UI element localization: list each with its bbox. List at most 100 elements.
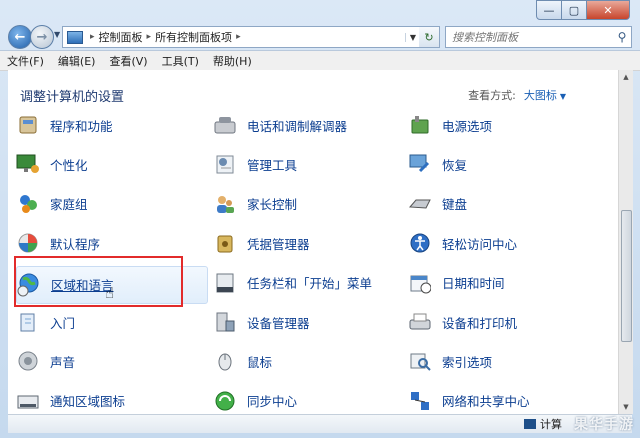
mouse-icon — [213, 349, 237, 373]
cp-item-power[interactable]: 电源选项 — [408, 108, 492, 142]
cp-item-homegroup[interactable]: 家庭组 — [16, 187, 88, 221]
default-programs-icon — [16, 231, 40, 255]
cp-item-getting-started[interactable]: 入门 — [16, 305, 75, 339]
devices-printers-icon — [408, 310, 432, 334]
personalization-icon — [16, 152, 40, 176]
chevron-down-icon[interactable]: ▼ — [560, 92, 566, 101]
menu-view[interactable]: 查看(V) — [102, 53, 154, 69]
menu-edit[interactable]: 编辑(E) — [51, 53, 103, 69]
breadcrumb-separator[interactable]: ▸ — [90, 32, 95, 42]
address-bar[interactable]: ▸ 控制面板 ▸ 所有控制面板项 ▸ ▼ — [62, 26, 421, 48]
cp-item-parental-controls[interactable]: 家长控制 — [213, 187, 297, 221]
refresh-button[interactable]: ↻ — [419, 26, 440, 48]
arrow-right-icon: → — [36, 29, 48, 45]
watermark: 果华手游 — [574, 417, 634, 433]
cp-item-label: 任务栏和「开始」菜单 — [247, 276, 373, 292]
cp-item-mouse[interactable]: 鼠标 — [213, 344, 272, 378]
scroll-down-button[interactable]: ▼ — [619, 400, 633, 414]
window-controls: — ▢ ✕ — [536, 0, 630, 20]
cp-item-label: 网络和共享中心 — [442, 394, 530, 410]
credential-manager-icon — [213, 231, 237, 255]
breadcrumb-separator[interactable]: ▸ — [147, 32, 152, 42]
phone-modem-icon — [213, 113, 237, 137]
cp-item-devices-printers[interactable]: 设备和打印机 — [408, 305, 517, 339]
menu-file[interactable]: 文件(F) — [0, 53, 51, 69]
cp-item-phone-modem[interactable]: 电话和调制解调器 — [213, 108, 347, 142]
cp-item-indexing[interactable]: 索引选项 — [408, 344, 492, 378]
view-by-label: 查看方式: — [468, 89, 516, 102]
cp-item-label: 电源选项 — [442, 118, 493, 134]
cp-item-admin-tools[interactable]: 管理工具 — [213, 147, 297, 181]
cp-item-label: 设备和打印机 — [442, 315, 518, 331]
breadcrumb-all-items[interactable]: 所有控制面板项 — [155, 29, 232, 45]
cp-item-label: 入门 — [50, 315, 76, 331]
menu-tools[interactable]: 工具(T) — [155, 53, 206, 69]
breadcrumb-control-panel[interactable]: 控制面板 — [99, 29, 143, 45]
search-input[interactable] — [446, 29, 613, 45]
highlight-box — [14, 256, 183, 307]
close-button[interactable]: ✕ — [587, 0, 630, 20]
content-pane: 调整计算机的设置 查看方式: 大图标 ▼ 程序和功能 电话和调制解调器 电源选项 个性化 管… — [8, 70, 618, 414]
network-sharing-icon — [408, 389, 432, 413]
cp-item-device-manager[interactable]: 设备管理器 — [213, 305, 310, 339]
recent-pages-dropdown[interactable]: ▼ — [54, 30, 60, 39]
cp-item-label: 凭据管理器 — [247, 236, 310, 252]
cp-item-recovery[interactable]: 恢复 — [408, 147, 467, 181]
cp-item-label: 恢复 — [442, 157, 468, 173]
scroll-thumb[interactable] — [621, 210, 632, 342]
cp-item-label: 日期和时间 — [442, 276, 505, 292]
breadcrumb-separator[interactable]: ▸ — [236, 32, 241, 42]
device-manager-icon — [213, 310, 237, 334]
cp-item-programs[interactable]: 程序和功能 — [16, 108, 113, 142]
cp-item-taskbar[interactable]: 任务栏和「开始」菜单 — [213, 266, 372, 300]
forward-button[interactable]: → — [30, 25, 54, 49]
view-by-dropdown[interactable]: 大图标 — [524, 89, 557, 102]
cp-item-date-time[interactable]: 日期和时间 — [408, 266, 505, 300]
cp-item-label: 电话和调制解调器 — [247, 118, 348, 134]
address-dropdown-icon[interactable]: ▼ — [405, 32, 420, 42]
cp-item-label: 通知区域图标 — [50, 394, 126, 410]
date-time-icon — [408, 271, 432, 295]
parental-controls-icon — [213, 192, 237, 216]
cp-item-personalization[interactable]: 个性化 — [16, 147, 88, 181]
cp-item-notification-area[interactable]: 通知区域图标 — [16, 384, 125, 414]
cp-item-keyboard[interactable]: 键盘 — [408, 187, 467, 221]
cp-item-label: 键盘 — [442, 197, 468, 213]
search-box[interactable]: ⚲ — [445, 26, 632, 48]
cp-item-network-sharing[interactable]: 网络和共享中心 — [408, 384, 530, 414]
indexing-icon — [408, 349, 432, 373]
cp-item-label: 鼠标 — [247, 354, 273, 370]
cp-item-ease-of-access[interactable]: 轻松访问中心 — [408, 226, 517, 260]
admin-tools-icon — [213, 152, 237, 176]
cp-item-label: 同步中心 — [247, 394, 298, 410]
cp-item-label: 默认程序 — [50, 236, 101, 252]
back-button[interactable]: ← — [8, 25, 32, 49]
maximize-button[interactable]: ▢ — [562, 0, 587, 20]
sound-icon — [16, 349, 40, 373]
cp-item-label: 声音 — [50, 354, 76, 370]
recovery-icon — [408, 152, 432, 176]
keyboard-icon — [408, 192, 432, 216]
cp-item-sound[interactable]: 声音 — [16, 344, 75, 378]
cp-item-credential-manager[interactable]: 凭据管理器 — [213, 226, 310, 260]
menu-bar: 文件(F) 编辑(E) 查看(V) 工具(T) 帮助(H) — [0, 50, 640, 71]
computer-icon — [524, 419, 536, 429]
view-by: 查看方式: 大图标 ▼ — [468, 87, 566, 103]
status-bar: 计算 — [8, 414, 632, 433]
cp-item-label: 索引选项 — [442, 354, 493, 370]
search-icon[interactable]: ⚲ — [613, 30, 631, 44]
cp-item-label: 家长控制 — [247, 197, 298, 213]
control-panel-icon — [67, 30, 83, 44]
notification-area-icon — [16, 389, 40, 413]
ease-of-access-icon — [408, 231, 432, 255]
homegroup-icon — [16, 192, 40, 216]
vertical-scrollbar[interactable]: ▲ ▼ — [618, 70, 633, 414]
cp-item-label: 家庭组 — [50, 197, 88, 213]
menu-help[interactable]: 帮助(H) — [206, 53, 259, 69]
minimize-button[interactable]: — — [536, 0, 562, 20]
getting-started-icon — [16, 310, 40, 334]
cp-item-label: 设备管理器 — [247, 315, 310, 331]
cp-item-sync-center[interactable]: 同步中心 — [213, 384, 297, 414]
scroll-up-button[interactable]: ▲ — [619, 70, 633, 84]
programs-icon — [16, 113, 40, 137]
